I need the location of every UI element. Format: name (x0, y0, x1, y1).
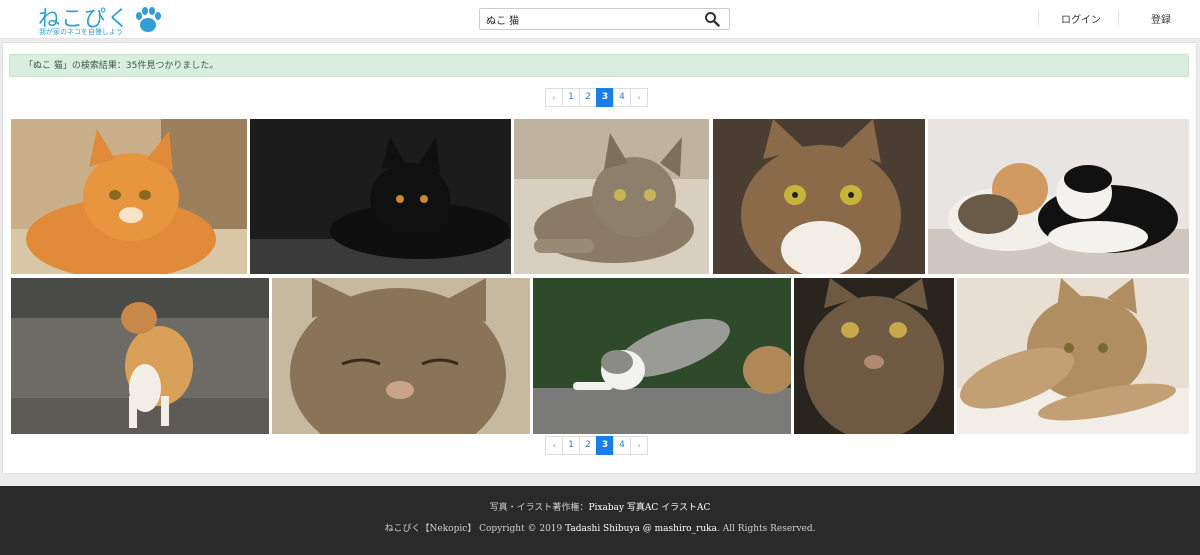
credit-link-illustac[interactable]: イラストAC (661, 503, 710, 513)
pagination-page-3[interactable]: 3 (596, 88, 614, 107)
register-link[interactable]: 登録 (1151, 11, 1171, 26)
logo-tagline: 我が家のネコを自慢しよう (39, 28, 123, 36)
copyright-suffix: . All Rights Reserved. (716, 524, 816, 534)
copyright: ねこぴく【Nekopic】 Copyright © 2019 Tadashi S… (0, 521, 1200, 534)
site-footer: 写真・イラスト著作権：Pixabay 写真AC イラストAC ねこぴく【Neko… (0, 486, 1200, 555)
pagination-bottom: ‹ 1 2 3 4 › (545, 436, 648, 455)
cat-photo-image (272, 278, 530, 434)
pagination-page-4[interactable]: 4 (613, 436, 631, 455)
cat-photo[interactable] (514, 119, 709, 274)
pagination-top: ‹ 1 2 3 4 › (545, 88, 648, 107)
credit-label: 写真・イラスト著作権： (489, 503, 589, 513)
cat-photo[interactable] (794, 278, 954, 434)
pagination-prev-button[interactable]: ‹ (545, 88, 563, 107)
cat-photo[interactable] (533, 278, 791, 434)
pagination-page-4[interactable]: 4 (613, 88, 631, 107)
cat-photo[interactable] (272, 278, 530, 434)
pagination-page-1[interactable]: 1 (562, 436, 580, 455)
copyright-prefix: ねこぴく【Nekopic】 Copyright © 2019 (384, 524, 566, 534)
credit-link-pixabay[interactable]: Pixabay (588, 503, 624, 513)
pagination-prev-button[interactable]: ‹ (545, 436, 563, 455)
cat-photo[interactable] (928, 119, 1189, 274)
nav-divider (1038, 10, 1039, 26)
credit-link-photoac[interactable]: 写真AC (627, 503, 658, 513)
site-header: ねこぴく 我が家のネコを自慢しよう ログイン 登録 (0, 0, 1200, 39)
search-box (479, 8, 730, 30)
nav-divider (1118, 10, 1119, 26)
login-link[interactable]: ログイン (1061, 11, 1101, 26)
pagination-page-2[interactable]: 2 (579, 436, 597, 455)
cat-photo[interactable] (11, 119, 247, 274)
cat-photo[interactable] (11, 278, 269, 434)
cat-photo-image (713, 119, 925, 274)
cat-photo-image (11, 278, 269, 434)
pagination-page-3[interactable]: 3 (596, 436, 614, 455)
site-logo[interactable]: ねこぴく 我が家のネコを自慢しよう (38, 3, 168, 37)
cat-photo-image (533, 278, 791, 434)
pagination-next-button[interactable]: › (630, 88, 648, 107)
search-icon[interactable] (704, 11, 720, 27)
pagination-next-button[interactable]: › (630, 436, 648, 455)
cat-photo-image (928, 119, 1189, 274)
cat-photo-image (514, 119, 709, 274)
cat-photo[interactable] (250, 119, 511, 274)
cat-photo-image (11, 119, 247, 274)
photo-credit: 写真・イラスト著作権：Pixabay 写真AC イラストAC (0, 500, 1200, 513)
author-link[interactable]: Tadashi Shibuya @ mashiro_ruka (565, 524, 717, 534)
cat-photo-image (794, 278, 954, 434)
pagination-page-2[interactable]: 2 (579, 88, 597, 107)
cat-photo[interactable] (713, 119, 925, 274)
search-input[interactable] (486, 11, 696, 27)
cat-photo[interactable] (957, 278, 1189, 434)
cat-photo-image (957, 278, 1189, 434)
cat-photo-image (250, 119, 511, 274)
pagination-page-1[interactable]: 1 (562, 88, 580, 107)
paw-icon (136, 7, 161, 32)
search-result-alert: 「ぬこ 猫」の検索結果：35件見つかりました。 (9, 54, 1189, 77)
